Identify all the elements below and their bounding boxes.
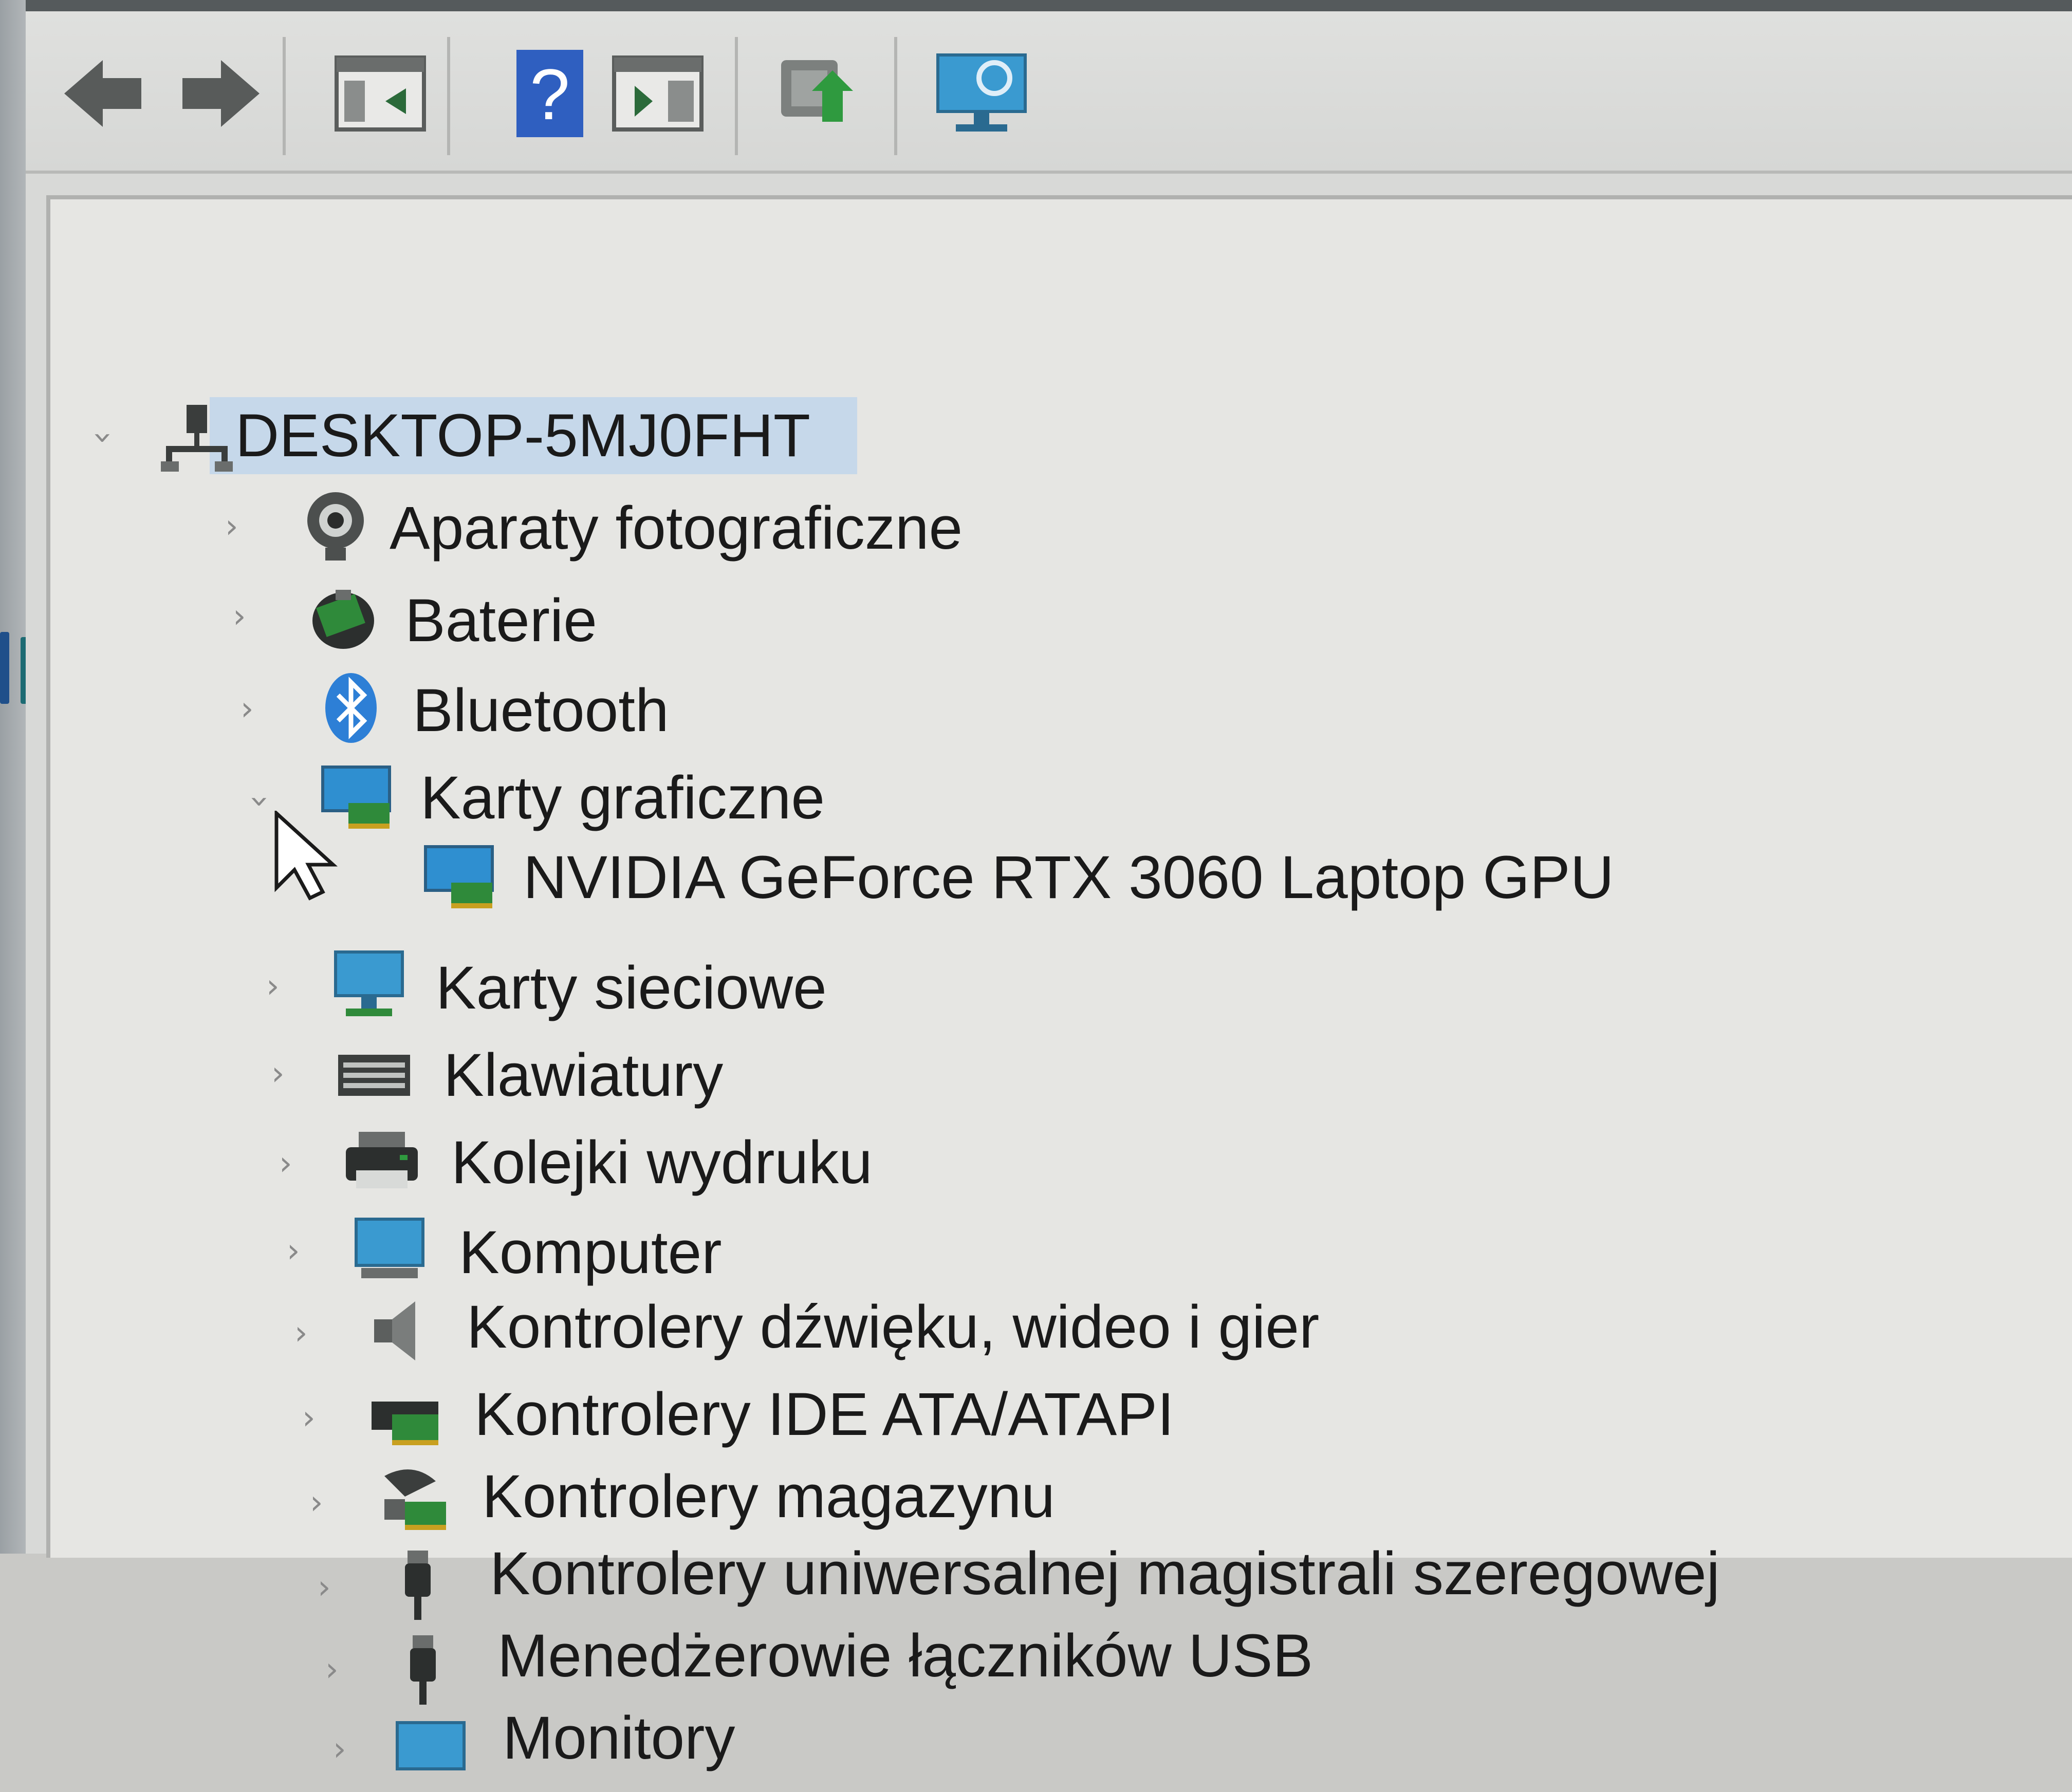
show-hide-console-tree-button[interactable] <box>329 42 432 145</box>
usb-connector-icon <box>410 1635 436 1705</box>
tree-item-label: Kontrolery uniwersalnej magistrali szere… <box>490 1540 1720 1608</box>
bluetooth-icon <box>325 673 377 743</box>
expand-chevron-icon[interactable]: › <box>84 431 122 444</box>
expand-chevron-icon[interactable]: › <box>271 1057 285 1090</box>
monitor-icon <box>396 1721 466 1770</box>
network-adapter-icon <box>334 950 404 1016</box>
scan-hardware-button[interactable] <box>930 42 1033 145</box>
tree-item-label: Aparaty fotograficzne <box>390 494 963 562</box>
forward-button[interactable] <box>170 42 272 145</box>
monitor-scan-icon <box>936 53 1027 132</box>
tree-item-label: Klawiatury <box>443 1041 724 1109</box>
tree-item-label: Menedżerowie łączników USB <box>497 1622 1313 1690</box>
toolbar-separator <box>447 37 450 155</box>
printer-icon <box>346 1132 418 1188</box>
tree-item-label: Komputer <box>459 1219 722 1286</box>
keyboard-icon <box>338 1055 410 1096</box>
update-driver-button[interactable] <box>766 42 868 145</box>
toolbar-separator <box>283 37 286 155</box>
update-driver-icon <box>781 60 853 122</box>
toolbar-separator <box>894 37 897 155</box>
expand-chevron-icon[interactable]: › <box>240 693 254 725</box>
tree-root-label: DESKTOP-5MJ0FHT <box>235 402 810 470</box>
expand-chevron-icon[interactable]: › <box>279 1147 292 1180</box>
svg-text:?: ? <box>530 54 570 135</box>
usb-controller-icon <box>405 1551 431 1620</box>
help-icon: ? <box>516 50 583 137</box>
window-frame-edge <box>26 0 2072 11</box>
monitor-icon <box>355 1218 424 1278</box>
expand-chevron-icon[interactable]: › <box>287 1235 300 1267</box>
help-button[interactable]: ? <box>498 42 601 145</box>
battery-icon <box>312 590 374 649</box>
ide-controller-icon <box>372 1402 438 1445</box>
toolbar: ? <box>26 11 2072 174</box>
expand-chevron-icon[interactable]: › <box>318 1571 331 1604</box>
expand-chevron-icon[interactable]: › <box>294 1317 308 1350</box>
tree-item-label: Monitory <box>503 1704 735 1772</box>
arrow-right-icon <box>182 60 260 127</box>
mouse-cursor-icon <box>274 811 338 901</box>
collapse-chevron-icon[interactable]: › <box>241 795 279 808</box>
expand-chevron-icon[interactable]: › <box>333 1733 346 1766</box>
tree-item-label: Bluetooth <box>413 677 669 744</box>
expand-chevron-icon[interactable]: › <box>266 970 280 1003</box>
console-tree-icon <box>335 55 426 132</box>
tree-item-label: Karty sieciowe <box>436 954 827 1022</box>
expand-chevron-icon[interactable]: › <box>302 1402 316 1434</box>
computer-network-icon <box>161 405 233 472</box>
device-tree: › DESKTOP-5MJ0FHT › Aparaty fotograficzn… <box>46 195 2072 1772</box>
expand-chevron-icon[interactable]: › <box>225 510 238 543</box>
properties-pane-icon <box>612 55 704 132</box>
tree-item-label: Kolejki wydruku <box>451 1129 873 1197</box>
back-button[interactable] <box>51 42 154 145</box>
camera-icon <box>307 492 364 561</box>
speaker-icon <box>374 1301 415 1360</box>
tree-item-label: Kontrolery IDE ATA/ATAPI <box>474 1380 1174 1448</box>
display-adapter-icon <box>424 845 494 908</box>
tree-item-label: Karty graficzne <box>420 764 825 832</box>
background-edge-mark <box>0 632 9 704</box>
properties-pane-button[interactable] <box>606 42 709 145</box>
expand-chevron-icon[interactable]: › <box>233 600 246 633</box>
tree-item-label: Baterie <box>405 587 597 655</box>
tree-item-label: Kontrolery dźwięku, wideo i gier <box>467 1293 1320 1361</box>
arrow-left-icon <box>64 60 141 127</box>
tree-item-label: Kontrolery magazynu <box>482 1463 1056 1530</box>
toolbar-separator <box>735 37 738 155</box>
expand-chevron-icon[interactable]: › <box>325 1653 339 1686</box>
device-manager-window: ? › DESKTOP-5MJ0FHT › Aparaty fotografic… <box>26 0 2072 1772</box>
expand-chevron-icon[interactable]: › <box>310 1486 323 1519</box>
storage-controller-icon <box>384 1469 446 1530</box>
tree-item-label: NVIDIA GeForce RTX 3060 Laptop GPU <box>523 844 1614 911</box>
